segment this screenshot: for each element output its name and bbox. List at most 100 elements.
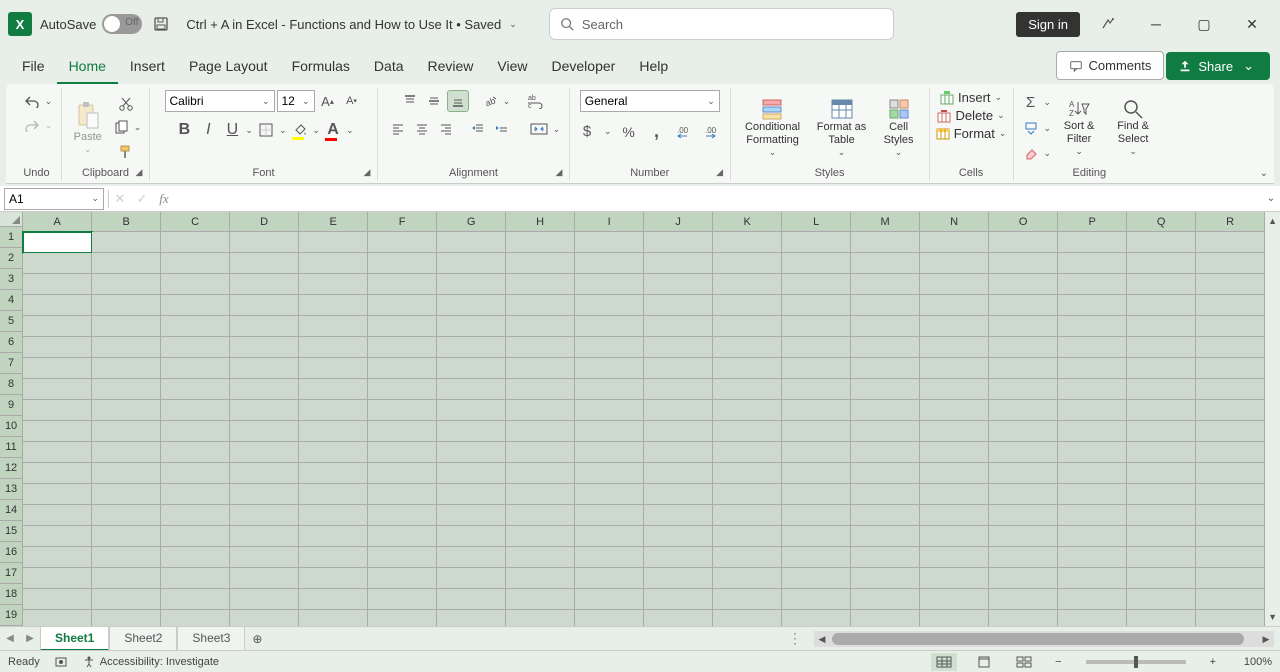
cell[interactable] (989, 589, 1058, 610)
cell[interactable] (920, 316, 989, 337)
row-header[interactable]: 16 (0, 542, 23, 563)
cell[interactable] (920, 421, 989, 442)
cell[interactable] (644, 568, 713, 589)
row-header[interactable]: 6 (0, 332, 23, 353)
fill-color-dropdown-icon[interactable]: ⌄ (313, 125, 321, 136)
cell[interactable] (299, 526, 368, 547)
cell[interactable] (230, 232, 299, 253)
cell[interactable] (161, 358, 230, 379)
cell[interactable] (644, 379, 713, 400)
tab-file[interactable]: File (10, 50, 57, 84)
cell[interactable] (713, 232, 782, 253)
cell[interactable] (782, 358, 851, 379)
cell[interactable] (299, 442, 368, 463)
cell[interactable] (989, 610, 1058, 626)
cell[interactable] (782, 253, 851, 274)
cell[interactable] (437, 274, 506, 295)
toggle-switch[interactable]: Off (102, 14, 142, 34)
cell[interactable] (920, 358, 989, 379)
row-header[interactable]: 19 (0, 605, 23, 626)
borders-dropdown-icon[interactable]: ⌄ (279, 125, 287, 136)
redo-dropdown-icon[interactable]: ⌄ (45, 120, 53, 131)
scroll-left-icon[interactable]: ◀ (814, 631, 830, 647)
cell[interactable] (1196, 547, 1265, 568)
column-header[interactable]: R (1196, 212, 1265, 232)
cell[interactable] (1196, 484, 1265, 505)
column-header[interactable]: O (989, 212, 1058, 232)
copy-dropdown-icon[interactable]: ⌄ (134, 122, 142, 133)
accounting-dropdown-icon[interactable]: ⌄ (604, 126, 612, 137)
column-header[interactable]: H (506, 212, 575, 232)
cell[interactable] (1196, 505, 1265, 526)
cell[interactable] (299, 274, 368, 295)
cell[interactable] (368, 379, 437, 400)
cell[interactable] (851, 274, 920, 295)
cell[interactable] (851, 337, 920, 358)
cell[interactable] (1127, 400, 1196, 421)
cell[interactable] (1196, 526, 1265, 547)
cell[interactable] (575, 337, 644, 358)
cell[interactable] (782, 316, 851, 337)
cell[interactable] (575, 274, 644, 295)
cell[interactable] (161, 526, 230, 547)
cell[interactable] (506, 610, 575, 626)
cell[interactable] (989, 547, 1058, 568)
cell[interactable] (575, 316, 644, 337)
cell[interactable] (1058, 316, 1127, 337)
tab-help[interactable]: Help (627, 50, 680, 84)
cell[interactable] (1127, 568, 1196, 589)
cell[interactable] (23, 337, 92, 358)
row-header[interactable]: 8 (0, 374, 23, 395)
cell[interactable] (713, 274, 782, 295)
cell[interactable] (989, 568, 1058, 589)
cell[interactable] (230, 421, 299, 442)
tab-insert[interactable]: Insert (118, 50, 177, 84)
cell[interactable] (230, 295, 299, 316)
cell[interactable] (1127, 421, 1196, 442)
copy-button[interactable] (110, 117, 132, 139)
cell[interactable] (920, 400, 989, 421)
cell[interactable] (92, 463, 161, 484)
cell[interactable] (23, 463, 92, 484)
cell[interactable] (23, 442, 92, 463)
cell[interactable] (989, 295, 1058, 316)
normal-view-button[interactable] (931, 653, 957, 671)
increase-decimal-button[interactable]: .00 (674, 121, 696, 143)
cell[interactable] (506, 337, 575, 358)
cell[interactable] (230, 610, 299, 626)
row-header[interactable]: 15 (0, 521, 23, 542)
zoom-level[interactable]: 100% (1234, 656, 1272, 668)
align-left-button[interactable] (387, 118, 409, 140)
cell[interactable] (368, 568, 437, 589)
tab-page-layout[interactable]: Page Layout (177, 50, 280, 84)
cell[interactable] (230, 568, 299, 589)
cell[interactable] (575, 253, 644, 274)
row-header[interactable]: 18 (0, 584, 23, 605)
row-header[interactable]: 14 (0, 500, 23, 521)
cell[interactable] (1127, 358, 1196, 379)
cell[interactable] (161, 274, 230, 295)
cell[interactable] (506, 568, 575, 589)
cell[interactable] (782, 442, 851, 463)
cell[interactable] (23, 526, 92, 547)
cell[interactable] (92, 253, 161, 274)
redo-button[interactable] (21, 114, 43, 136)
cell[interactable] (368, 547, 437, 568)
cell[interactable] (713, 295, 782, 316)
cell[interactable] (851, 295, 920, 316)
cell[interactable] (920, 463, 989, 484)
cell[interactable] (1127, 316, 1196, 337)
merge-center-button[interactable] (527, 118, 551, 140)
borders-button[interactable] (255, 119, 277, 141)
row-header[interactable]: 7 (0, 353, 23, 374)
cell[interactable] (368, 295, 437, 316)
cell[interactable] (1058, 442, 1127, 463)
cell[interactable] (230, 358, 299, 379)
cell[interactable] (92, 316, 161, 337)
cell[interactable] (644, 484, 713, 505)
cell[interactable] (506, 400, 575, 421)
sheet-options-icon[interactable]: ⋮ (782, 630, 808, 647)
cell[interactable] (575, 568, 644, 589)
ribbon-collapse-icon[interactable]: ⌄ (1260, 168, 1268, 179)
cell[interactable] (989, 526, 1058, 547)
